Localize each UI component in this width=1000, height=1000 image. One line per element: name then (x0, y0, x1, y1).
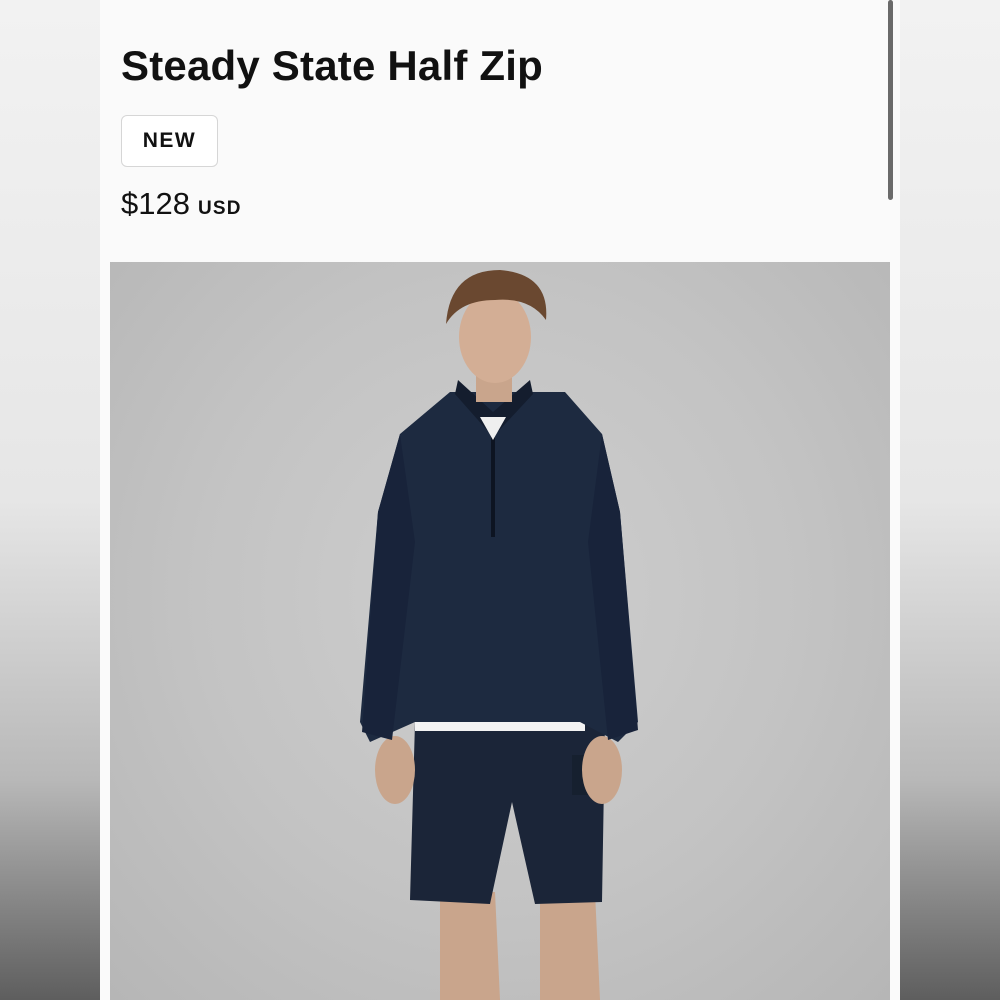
background-left (0, 0, 100, 1000)
right-leg (540, 892, 600, 1000)
left-hand (375, 736, 415, 804)
right-hand (582, 736, 622, 804)
product-page: Steady State Half Zip NEW $128 USD (100, 0, 900, 1000)
product-price: $128 (121, 186, 190, 221)
new-badge: NEW (121, 115, 218, 167)
scrollbar[interactable] (888, 0, 893, 200)
currency-label: USD (197, 198, 242, 219)
price-row: $128 USD (121, 186, 242, 222)
left-leg (440, 892, 500, 1000)
model-illustration (360, 270, 638, 1000)
zipper (491, 437, 495, 537)
face (459, 291, 531, 383)
product-title: Steady State Half Zip (121, 42, 543, 89)
background-right (900, 0, 1000, 1000)
shorts (410, 722, 605, 904)
product-photo[interactable] (110, 262, 890, 1000)
